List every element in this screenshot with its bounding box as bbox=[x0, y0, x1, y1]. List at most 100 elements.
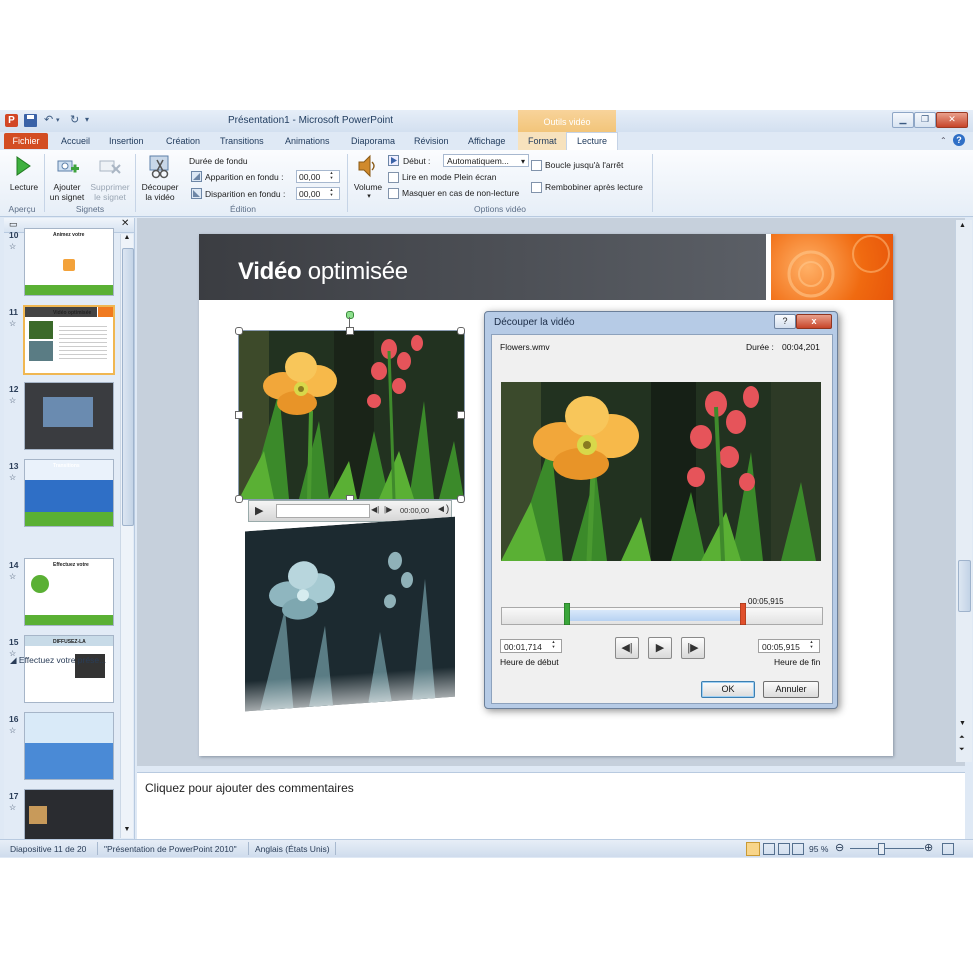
start-dropdown[interactable]: Automatiquem... bbox=[443, 154, 529, 168]
powerpoint-logo-icon[interactable]: P bbox=[5, 114, 18, 127]
video-thumbnail[interactable] bbox=[239, 331, 464, 499]
zoom-slider-thumb[interactable] bbox=[878, 843, 885, 855]
close-pane-icon[interactable]: ✕ bbox=[121, 218, 129, 229]
video-progress-track[interactable] bbox=[276, 504, 370, 518]
notes-placeholder[interactable]: Cliquez pour ajouter des commentaires bbox=[145, 781, 354, 795]
slide-thumbnail[interactable] bbox=[24, 382, 114, 450]
volume-dropdown-icon[interactable]: ▾ bbox=[365, 192, 373, 202]
theme-name[interactable]: "Présentation de PowerPoint 2010" bbox=[104, 844, 237, 854]
zoom-level[interactable]: 95 % bbox=[809, 844, 828, 854]
resize-handle[interactable] bbox=[346, 327, 354, 335]
slide-scrollbar[interactable]: ▲ ▼ ⏶ ⏷ bbox=[955, 220, 972, 762]
resize-handle[interactable] bbox=[235, 495, 243, 503]
tab-accueil[interactable]: Accueil bbox=[61, 136, 90, 146]
fit-to-window-icon[interactable] bbox=[942, 843, 954, 855]
slide-thumbnail[interactable]: DIFFUSEZ-LA bbox=[24, 635, 114, 703]
cancel-button[interactable]: Annuler bbox=[763, 681, 819, 698]
play-icon[interactable]: ▶ bbox=[255, 504, 263, 517]
tab-insertion[interactable]: Insertion bbox=[109, 136, 144, 146]
rewind-checkbox[interactable] bbox=[531, 182, 542, 193]
end-trim-handle[interactable] bbox=[740, 603, 746, 625]
save-icon[interactable] bbox=[24, 114, 37, 127]
section-header[interactable]: ◢ Effectuez votre prése... bbox=[10, 655, 120, 666]
language[interactable]: Anglais (États Unis) bbox=[255, 844, 330, 854]
resize-handle[interactable] bbox=[457, 495, 465, 503]
slide-thumbnail[interactable]: Vidéo optimisée bbox=[23, 305, 115, 375]
scroll-up-icon[interactable]: ▲ bbox=[959, 222, 966, 229]
scroll-thumb[interactable] bbox=[122, 248, 134, 526]
restore-button[interactable]: ❐ bbox=[914, 112, 936, 128]
customize-qat-icon[interactable]: ▾ bbox=[85, 115, 89, 124]
fade-in-spinner[interactable]: 00,00 bbox=[296, 170, 340, 183]
redo-icon[interactable]: ↻ bbox=[70, 113, 79, 126]
reading-view-icon[interactable] bbox=[778, 843, 790, 855]
ok-button[interactable]: OK bbox=[701, 681, 755, 698]
start-trim-handle[interactable] bbox=[564, 603, 570, 625]
close-window-button[interactable]: ✕ bbox=[936, 112, 968, 128]
outline-tab-icon[interactable]: ▭ bbox=[9, 219, 18, 230]
volume-icon[interactable] bbox=[357, 154, 379, 178]
volume-label[interactable]: Volume bbox=[350, 182, 386, 192]
minimize-ribbon-icon[interactable]: ⌃ bbox=[940, 136, 947, 145]
tab-revision[interactable]: Révision bbox=[414, 136, 449, 146]
tab-creation[interactable]: Création bbox=[166, 136, 200, 146]
tab-animations[interactable]: Animations bbox=[285, 136, 330, 146]
slide-thumbnail[interactable]: Effectuez votre bbox=[24, 558, 114, 626]
loop-checkbox[interactable] bbox=[531, 160, 542, 171]
slides-pane-scrollbar[interactable]: ▲ ▼ bbox=[120, 234, 134, 838]
fullscreen-checkbox[interactable] bbox=[388, 172, 399, 183]
normal-view-icon[interactable] bbox=[746, 842, 760, 856]
tab-fichier[interactable]: Fichier bbox=[4, 133, 48, 149]
zoom-slider-track[interactable] bbox=[850, 848, 924, 849]
play-preview-icon[interactable] bbox=[15, 156, 31, 176]
play-button[interactable]: ▶ bbox=[648, 637, 672, 659]
next-slide-icon[interactable]: ⏷ bbox=[959, 746, 965, 754]
previous-slide-icon[interactable]: ⏶ bbox=[959, 734, 965, 742]
stylized-video-copy[interactable] bbox=[245, 516, 455, 712]
tab-diaporama[interactable]: Diaporama bbox=[351, 136, 395, 146]
lecture-button-label[interactable]: Lecture bbox=[6, 182, 42, 192]
help-icon[interactable]: ? bbox=[953, 134, 965, 146]
dialog-help-button[interactable]: ? bbox=[774, 314, 796, 329]
video-frame[interactable] bbox=[238, 330, 465, 500]
tab-affichage[interactable]: Affichage bbox=[468, 136, 505, 146]
scroll-down-icon[interactable]: ▼ bbox=[959, 720, 966, 727]
seek-back-icon[interactable]: ◀| bbox=[371, 505, 379, 514]
end-time-spinner[interactable]: 00:05,915 bbox=[758, 639, 820, 653]
tab-lecture[interactable]: Lecture bbox=[577, 136, 607, 146]
add-bookmark-icon[interactable] bbox=[57, 158, 79, 176]
start-time-spinner[interactable]: 00:01,714 bbox=[500, 639, 562, 653]
next-frame-button[interactable]: |▶ bbox=[681, 637, 705, 659]
rotate-handle[interactable] bbox=[346, 311, 354, 319]
previous-frame-button[interactable]: ◀| bbox=[615, 637, 639, 659]
hide-not-playing-checkbox[interactable] bbox=[388, 188, 399, 199]
slide-thumbnail[interactable]: Transitions bbox=[24, 459, 114, 527]
trim-video-label[interactable]: Découper la vidéo bbox=[138, 182, 182, 202]
trim-video-icon[interactable] bbox=[148, 154, 172, 180]
slide-thumbnail[interactable]: Animez votre bbox=[24, 228, 114, 296]
slide-thumbnail[interactable] bbox=[24, 712, 114, 780]
scroll-thumb[interactable] bbox=[958, 560, 971, 612]
slide-sorter-icon[interactable] bbox=[763, 843, 775, 855]
player-volume-icon[interactable]: ◄) bbox=[436, 504, 449, 515]
minimize-button[interactable]: ▁ bbox=[892, 112, 914, 128]
resize-handle[interactable] bbox=[235, 411, 243, 419]
resize-handle[interactable] bbox=[457, 411, 465, 419]
zoom-in-icon[interactable]: ⊕ bbox=[924, 841, 933, 854]
zoom-out-icon[interactable]: ⊖ bbox=[835, 841, 844, 854]
dialog-close-button[interactable]: x bbox=[796, 314, 832, 329]
tab-format[interactable]: Format bbox=[528, 136, 557, 146]
notes-pane[interactable]: Cliquez pour ajouter des commentaires bbox=[137, 772, 965, 839]
scroll-down-icon[interactable]: ▼ bbox=[122, 826, 132, 836]
trim-timeline[interactable] bbox=[501, 607, 823, 625]
slide-title[interactable]: Vidéo optimisée bbox=[238, 258, 408, 286]
resize-handle[interactable] bbox=[457, 327, 465, 335]
tab-transitions[interactable]: Transitions bbox=[220, 136, 264, 146]
seek-forward-icon[interactable]: |▶ bbox=[384, 505, 392, 514]
resize-handle[interactable] bbox=[235, 327, 243, 335]
scroll-up-icon[interactable]: ▲ bbox=[122, 234, 132, 244]
undo-dropdown-icon[interactable]: ▾ bbox=[56, 116, 60, 124]
add-bookmark-label[interactable]: Ajouter un signet bbox=[46, 182, 88, 202]
slideshow-icon[interactable] bbox=[792, 843, 804, 855]
fade-out-spinner[interactable]: 00,00 bbox=[296, 187, 340, 200]
